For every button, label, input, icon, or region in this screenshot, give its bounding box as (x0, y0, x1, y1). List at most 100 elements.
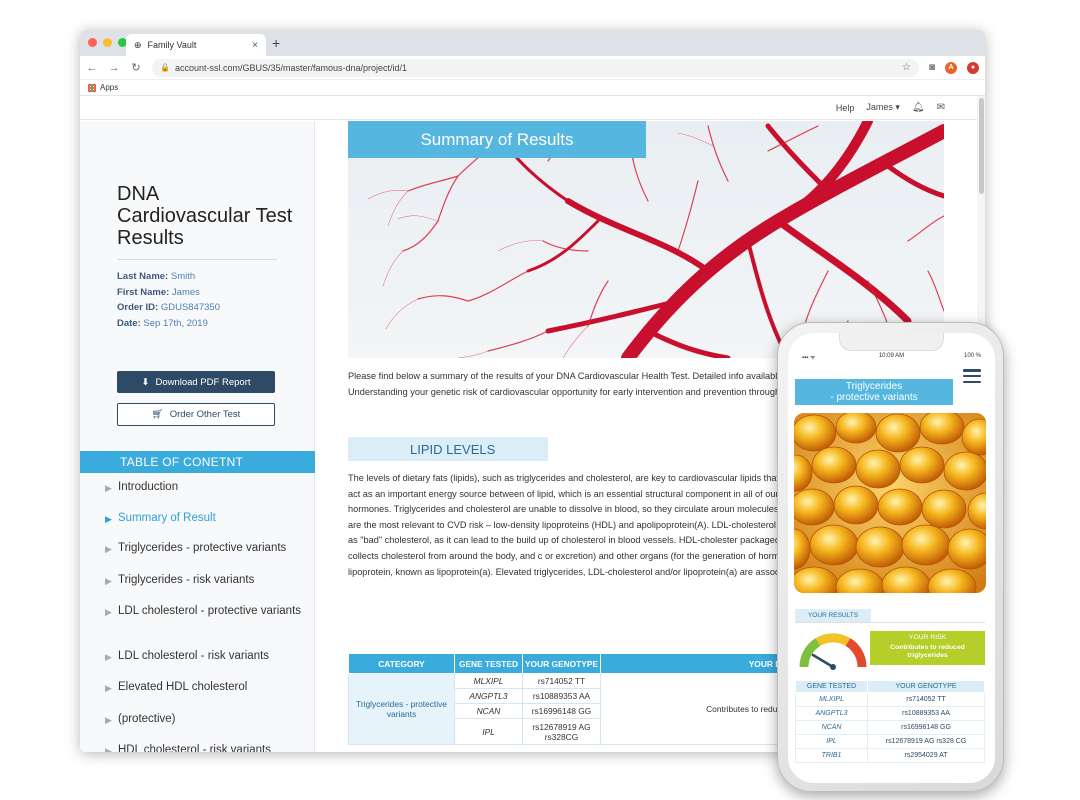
toc-item-ldl-risk[interactable]: ▶ LDL cholesterol - risk variants (80, 650, 315, 681)
top-nav: Help James ▾ 🔔︎ ✉ (80, 96, 985, 120)
gene-cell: IPL (794, 734, 869, 749)
scrollbar-thumb[interactable] (979, 98, 984, 194)
toc-item-label: Introduction (118, 481, 179, 493)
toc-item-hdl-risk[interactable]: ▶ HDL cholesterol - risk variants (80, 744, 315, 752)
toc-item-hdl-elevated[interactable]: ▶ Elevated HDL cholesterol (80, 681, 315, 713)
col-header-gene: GENE TESTED (454, 653, 523, 674)
col-header-genotype: YOUR GENOTYPE (867, 680, 985, 693)
toc-item-summary[interactable]: ▶ Summary of Result (80, 512, 315, 542)
minimize-window-button[interactable] (103, 38, 112, 47)
url-text: account-ssl.com/GBUS/35/master/famous-dn… (174, 62, 408, 73)
category-cell: Triglycerides - protective variants (348, 673, 455, 745)
globe-icon: ⊕ (134, 39, 142, 50)
toc-item-label: HDL cholesterol - risk variants (118, 744, 271, 752)
toc-list: ▶ Introduction ▶ Summary of Result ▶ Trigly… (80, 477, 315, 752)
help-link[interactable]: Help (836, 103, 855, 113)
camera-icon[interactable]: ◙ (929, 62, 935, 73)
toc-item-label: LDL cholesterol - protective variants (118, 605, 302, 617)
gene-cell: ANGPTL3 (794, 706, 869, 721)
reload-icon[interactable]: ↻ (130, 61, 142, 74)
gene-cell: TRIB1 (794, 748, 869, 763)
browser-tab[interactable]: ⊕ Family Vault × (126, 34, 266, 56)
mobile-genotype-table: GENE TESTED YOUR GENOTYPE MLXIPL rs714052… (794, 680, 985, 763)
order-id-label: Order ID: (117, 302, 159, 313)
extension-a-icon[interactable]: A (945, 61, 957, 74)
gene-cell: NCAN (454, 703, 523, 719)
order-other-test-label: Order Other Test (169, 409, 241, 420)
order-id-value: GDUS847350 (160, 302, 220, 313)
battery-level: 100 % (963, 353, 981, 359)
chevron-right-icon: ▶ (105, 607, 112, 617)
genotype-cell: rs16996148 GG (867, 720, 985, 735)
genotype-cell: rs714052 TT (522, 673, 601, 689)
close-window-button[interactable] (88, 38, 97, 47)
order-other-test-button[interactable]: 🛒︎ Order Other Test (117, 403, 275, 426)
stage: ⊕ Family Vault × + ← → ↻ 🔒 account-ssl.c… (0, 0, 1080, 800)
risk-gauge (799, 633, 867, 670)
download-pdf-button[interactable]: ⬇ Download PDF Report (117, 371, 275, 393)
status-bar: ▪▪▪ ᯤ 10:09 AM 100 % (788, 351, 995, 363)
first-name-label: First Name: (117, 286, 170, 298)
chevron-right-icon: ▶ (105, 652, 112, 662)
bell-icon[interactable]: 🔔︎ (912, 102, 925, 113)
menu-icon[interactable] (963, 369, 981, 383)
star-icon[interactable]: ☆ (902, 62, 911, 73)
url-field[interactable]: 🔒 account-ssl.com/GBUS/35/master/famous-… (152, 58, 919, 77)
toc-item-introduction[interactable]: ▶ Introduction (80, 481, 315, 512)
apps-grid-icon[interactable] (88, 83, 96, 92)
chevron-right-icon: ▶ (105, 746, 112, 752)
table-row: MLXIPL rs714052 TT (794, 692, 985, 707)
your-risk-box: YOUR RISK Contributes to reduced triglyc… (870, 631, 985, 665)
close-tab-icon[interactable]: × (252, 40, 258, 51)
toc-item-label: Summary of Result (118, 512, 216, 524)
summary-banner: Summary of Results (348, 121, 646, 158)
col-header-genotype: YOUR GENOTYPE (522, 653, 601, 674)
chevron-right-icon: ▶ (105, 483, 112, 493)
toc-item-label: Elevated HDL cholesterol (118, 681, 248, 693)
your-results-heading: YOUR RESULTS (795, 609, 871, 622)
fat-cells-image (794, 413, 986, 593)
toc-item-ldl-protective[interactable]: ▶ LDL cholesterol - protective variants (80, 605, 315, 650)
address-bar: ← → ↻ 🔒 account-ssl.com/GBUS/35/master/f… (80, 56, 985, 80)
toc-item-label: Triglycerides - risk variants (118, 574, 255, 586)
table-row: TRIB1 rs2954029 AT (794, 748, 985, 763)
toc-item-label: (protective) (118, 713, 176, 725)
date-label: Date: (117, 317, 141, 329)
gene-cell: IPL (454, 718, 523, 745)
toc-item-trig-risk[interactable]: ▶ Triglycerides - risk variants (80, 574, 315, 605)
your-risk-value: Contributes to reduced triglycerides (890, 644, 965, 659)
forward-icon[interactable]: → (108, 62, 120, 74)
col-header-gene: GENE TESTED (794, 680, 869, 693)
phone-mockup: ▪▪▪ ᯤ 10:09 AM 100 % Triglycerides - pro… (777, 322, 1004, 792)
toc-item-label: LDL cholesterol - risk variants (118, 650, 270, 662)
tab-bar: ⊕ Family Vault × + (80, 30, 985, 56)
genotype-cell: rs10889353 AA (867, 706, 985, 721)
toc-item-protective[interactable]: ▶ (protective) (80, 713, 315, 744)
back-icon[interactable]: ← (86, 62, 98, 74)
date-value: Sep 17th, 2019 (143, 317, 208, 329)
last-name-value: Smith (170, 271, 196, 282)
apps-bookmark[interactable]: Apps (100, 83, 118, 92)
table-row: IPL rs12678919 AG rs328 CG (794, 734, 985, 749)
download-icon: ⬇ (141, 376, 150, 388)
patient-info: Last Name: Smith First Name: James Order… (117, 269, 220, 331)
gene-cell: MLXIPL (794, 692, 869, 707)
divider (117, 259, 277, 260)
new-tab-button[interactable]: + (272, 35, 280, 51)
toc-item-trig-protective[interactable]: ▶ Triglycerides - protective variants (80, 542, 315, 574)
last-name-label: Last Name: (117, 271, 169, 282)
extension-b-icon[interactable]: ● (967, 61, 979, 74)
chevron-right-icon: ▶ (105, 715, 112, 725)
mobile-section-banner: Triglycerides - protective variants (795, 379, 953, 405)
gene-cell: MLXIPL (454, 673, 523, 689)
sidebar: DNA Cardiovascular Test Results Last Nam… (80, 121, 315, 752)
first-name-value: James (171, 286, 200, 298)
mobile-banner-line2: - protective variants (830, 392, 918, 403)
genotype-cell: rs2954029 AT (867, 748, 985, 763)
chevron-right-icon: ▶ (105, 683, 112, 693)
window-controls (88, 38, 127, 47)
user-menu[interactable]: James ▾ (866, 102, 900, 113)
cart-icon: 🛒︎ (151, 409, 164, 420)
your-risk-title: YOUR RISK (908, 634, 947, 641)
mail-icon[interactable]: ✉ (937, 102, 945, 113)
